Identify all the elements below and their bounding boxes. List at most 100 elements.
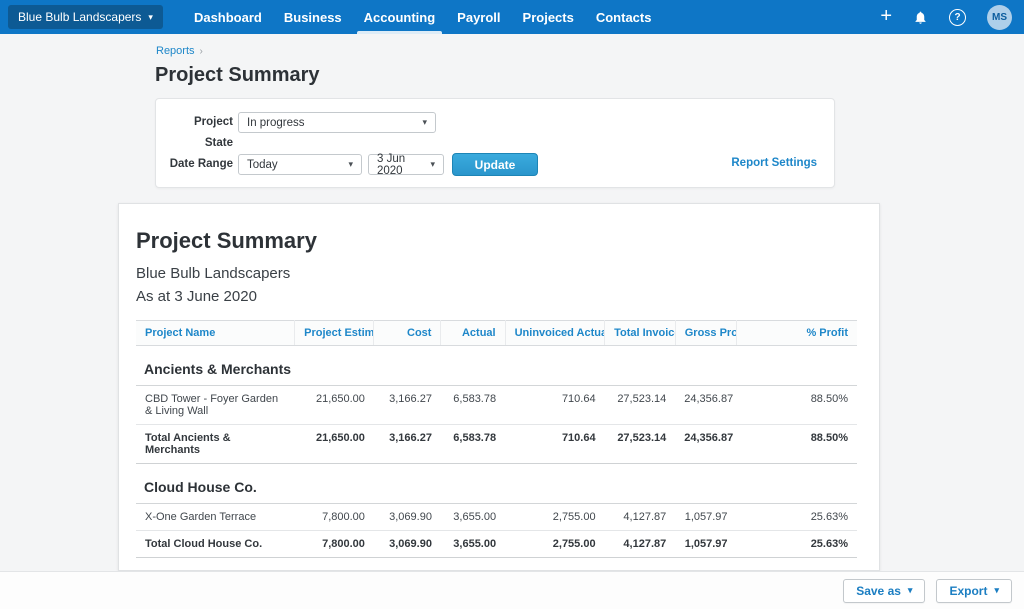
value-cell: 3,069.90	[373, 503, 441, 531]
value-cell: 21,650.00	[294, 424, 374, 464]
column-header: Gross Profit	[675, 320, 738, 346]
breadcrumb-separator: ›	[199, 46, 203, 57]
page-title: Project Summary	[155, 64, 320, 86]
report-card: Project Summary Blue Bulb Landscapers As…	[118, 203, 880, 571]
project-name-cell: X-One Garden Terrace	[136, 503, 295, 531]
report-settings-link[interactable]: Report Settings	[731, 157, 817, 169]
breadcrumb-reports-link[interactable]: Reports	[156, 45, 195, 57]
update-button[interactable]: Update	[452, 153, 538, 176]
column-header: Project Name	[136, 320, 296, 346]
save-as-button[interactable]: Save as ▾	[843, 578, 926, 603]
breadcrumb: Reports ›	[156, 45, 203, 57]
date-value: 3 Jun 2020	[377, 152, 406, 177]
footer-bar: Save as ▾ Export ▾	[0, 571, 1024, 609]
project-name-cell: Total Cloud House Co.	[136, 530, 295, 558]
chevron-down-icon: ▾	[994, 585, 999, 595]
org-name: Blue Bulb Landscapers	[18, 10, 142, 24]
section-heading: Ancients & Merchants	[136, 345, 857, 386]
column-header: Cost	[373, 320, 442, 346]
value-cell: 25.63%	[736, 503, 857, 531]
table-row: CBD Tower - Foyer Garden & Living Wall 21…	[136, 385, 857, 425]
filter-panel: Project State In progress ▾ Date Range T…	[155, 98, 835, 188]
table-row: X-One Garden Terrace 7,800.00 3,069.90 3,65…	[136, 503, 857, 531]
date-select[interactable]: 3 Jun 2020 ▾	[368, 152, 444, 177]
column-header: Total Invoiced	[604, 320, 676, 346]
section-total-row: Total Cloud House Co. 7,800.00 3,069.90 3,6…	[136, 530, 857, 558]
project-summary-table: Project NameProject EstimateCostActualUn…	[136, 320, 857, 570]
nav-item-dashboard[interactable]: Dashboard	[183, 0, 273, 34]
value-cell: 3,655.00	[440, 503, 506, 531]
date-range-select[interactable]: Today ▾	[238, 154, 362, 175]
table-section: Ancients & Merchants CBD Tower - Foyer Ga…	[136, 345, 857, 464]
value-cell: 21,650.00	[294, 385, 374, 425]
notifications-bell-icon[interactable]	[913, 10, 928, 25]
nav-item-payroll[interactable]: Payroll	[446, 0, 511, 34]
value-cell: 3,166.27	[373, 385, 441, 425]
column-header: Actual	[440, 320, 506, 346]
nav-item-contacts[interactable]: Contacts	[585, 0, 663, 34]
chevron-down-icon: ▾	[907, 585, 913, 595]
value-cell: 2,755.00	[505, 530, 605, 558]
value-cell: 25.63%	[736, 530, 857, 558]
export-label: Export	[949, 583, 988, 598]
chevron-down-icon: ▾	[422, 117, 427, 127]
section-total-row: Total Ancients & Merchants 21,650.00 3,166…	[136, 424, 857, 464]
value-cell: 4,127.87	[604, 530, 676, 558]
section-heading-row: Ancients & Merchants	[136, 345, 857, 386]
value-cell: 27,523.14	[604, 385, 676, 425]
value-cell: 3,069.90	[373, 530, 441, 558]
add-icon[interactable]: +	[880, 6, 892, 26]
nav-item-business[interactable]: Business	[273, 0, 353, 34]
project-state-select[interactable]: In progress ▾	[238, 112, 436, 133]
nav-utilities: + ? MS	[880, 4, 1024, 30]
date-range-value: Today	[247, 158, 278, 171]
value-cell: 7,800.00	[294, 530, 374, 558]
section-heading-row: Cloud House Co.	[136, 463, 857, 504]
export-button[interactable]: Export ▾	[936, 578, 1012, 603]
table-section: One PlusGrowth Consulting25,000.004,892.…	[136, 557, 857, 570]
report-as-at-date: As at 3 June 2020	[136, 288, 257, 305]
value-cell: 3,166.27	[373, 424, 441, 464]
value-cell: 1,057.97	[675, 503, 737, 531]
project-name-cell: CBD Tower - Foyer Garden & Living Wall	[136, 385, 295, 425]
value-cell: 2,755.00	[505, 503, 605, 531]
value-cell: 4,127.87	[604, 503, 676, 531]
value-cell: 710.64	[505, 385, 605, 425]
report-title: Project Summary	[136, 228, 317, 253]
value-cell: 24,356.87	[675, 385, 737, 425]
chevron-down-icon: ▾	[148, 11, 153, 22]
date-range-label: Date Range	[169, 158, 233, 170]
value-cell: 7,800.00	[294, 503, 374, 531]
nav-item-accounting[interactable]: Accounting	[353, 0, 447, 34]
value-cell: 24,356.87	[675, 424, 737, 464]
value-cell: 1,057.97	[675, 530, 737, 558]
value-cell: 27,523.14	[604, 424, 676, 464]
primary-nav: Dashboard Business Accounting Payroll Projec…	[183, 0, 663, 34]
value-cell: 710.64	[505, 424, 605, 464]
value-cell: 6,583.78	[440, 385, 506, 425]
value-cell: 3,655.00	[440, 530, 506, 558]
table-header-row: Project NameProject EstimateCostActualUn…	[136, 320, 857, 346]
table-section: Cloud House Co. X-One Garden Terrace 7,800…	[136, 463, 857, 558]
section-heading-row: One Plus	[136, 557, 857, 570]
project-state-value: In progress	[247, 116, 305, 129]
avatar[interactable]: MS	[987, 4, 1012, 30]
column-header: Uninvoiced Actuals	[505, 320, 606, 346]
section-heading: Cloud House Co.	[136, 463, 857, 504]
report-org-name: Blue Bulb Landscapers	[136, 265, 291, 282]
project-name-cell: Total Ancients & Merchants	[136, 424, 295, 464]
value-cell: 88.50%	[736, 424, 857, 464]
org-switcher-button[interactable]: Blue Bulb Landscapers ▾	[8, 5, 163, 29]
value-cell: 88.50%	[736, 385, 857, 425]
section-heading: One Plus	[136, 557, 857, 570]
value-cell: 6,583.78	[440, 424, 506, 464]
project-state-label: Project State	[194, 116, 233, 149]
column-header: % Profit	[736, 320, 857, 346]
chevron-down-icon: ▾	[430, 159, 435, 169]
nav-item-projects[interactable]: Projects	[512, 0, 585, 34]
chevron-down-icon: ▾	[348, 159, 353, 169]
help-icon[interactable]: ?	[949, 8, 966, 26]
top-nav: Blue Bulb Landscapers ▾ Dashboard Busines…	[0, 0, 1024, 34]
save-as-label: Save as	[856, 583, 901, 598]
column-header: Project Estimate	[294, 320, 375, 346]
